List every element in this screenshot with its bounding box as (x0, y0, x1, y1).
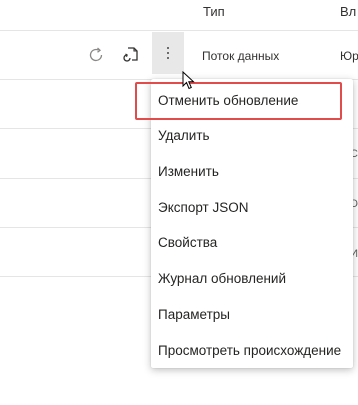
menu-item-properties[interactable]: Свойства (151, 224, 353, 260)
cell-owner: Юр (340, 49, 358, 63)
column-header-type[interactable]: Тип (203, 4, 225, 19)
more-options-icon-dot (167, 52, 169, 54)
cell-type: Поток данных (202, 49, 280, 63)
menu-item-refresh-history[interactable]: Журнал обновлений (151, 260, 353, 296)
mouse-pointer-icon (182, 70, 196, 96)
menu-item-view-lineage[interactable]: Просмотреть происхождение (151, 332, 353, 368)
more-options-icon-dot (167, 57, 169, 59)
more-options-icon (167, 47, 169, 49)
schedule-refresh-icon[interactable] (121, 45, 141, 65)
column-header-owner[interactable]: Вл (340, 4, 356, 19)
menu-item-settings[interactable]: Параметры (151, 296, 353, 332)
more-options-button[interactable] (152, 32, 184, 74)
menu-item-edit[interactable]: Изменить (151, 153, 353, 189)
context-menu: Отменить обновление Удалить Изменить Экс… (151, 79, 353, 368)
refresh-icon[interactable] (86, 45, 106, 65)
menu-item-export-json[interactable]: Экспорт JSON (151, 189, 353, 225)
menu-item-delete[interactable]: Удалить (151, 117, 353, 153)
header-divider (0, 30, 358, 31)
